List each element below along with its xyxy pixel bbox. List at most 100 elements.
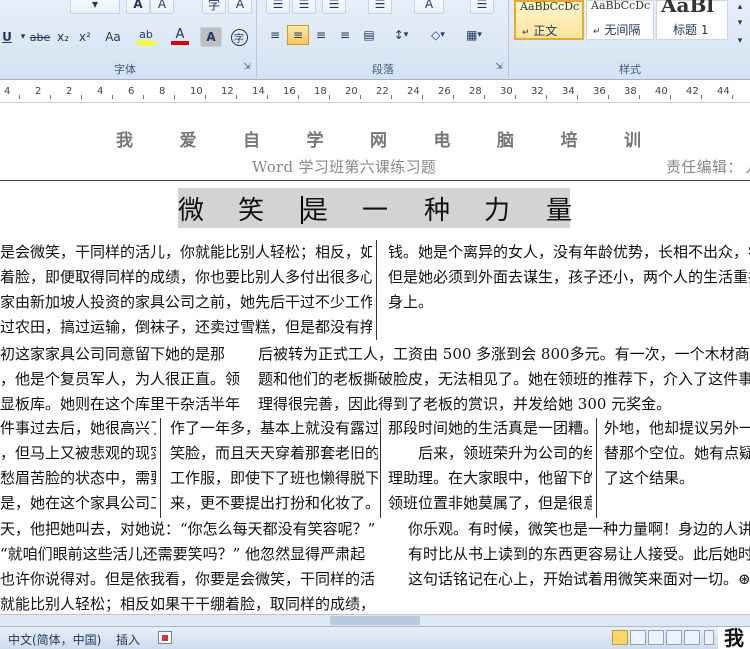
scrollbar-thumb[interactable] — [330, 616, 420, 625]
subscript-button[interactable]: x₂ — [52, 27, 74, 47]
align-left-button[interactable]: ≡ — [264, 25, 286, 45]
zoom-out-button[interactable] — [704, 630, 714, 645]
text-line: 显板库。她则在这个库里干杂活半年 — [0, 395, 241, 413]
char-shading-button[interactable]: A — [200, 27, 222, 47]
full-screen-view-button[interactable] — [630, 630, 646, 645]
ruler-number: 22 — [376, 86, 389, 97]
shading-button[interactable]: ◇ ▾ — [422, 25, 454, 45]
document-page[interactable]: 我爱自学网电脑培训 Word 学习班第六课练习题 责任编辑：丿 微笑是一种力量 … — [0, 104, 750, 614]
text-line: 也许你说得对。但是依我看，你要是会微笑，干同样的活 — [0, 570, 376, 588]
show-marks-button[interactable]: A — [414, 0, 444, 14]
ribbon: ▾ A A 字 A U ▾ abe x₂ x² Aa ab A A 字 字体 ⇲… — [0, 0, 750, 80]
ruler-number: 14 — [252, 86, 265, 97]
header-char: 我 — [116, 131, 133, 151]
distributed-button[interactable]: ▤ — [358, 25, 380, 45]
styles-more[interactable]: ▾ — [731, 34, 749, 48]
shrink-font-button[interactable]: A — [150, 0, 174, 14]
list-icon: ☰ — [328, 0, 340, 11]
title-char: 一 — [362, 196, 389, 226]
title-char: 是 — [302, 196, 329, 226]
char-border-button[interactable]: A — [228, 0, 252, 14]
grow-font-button[interactable]: A — [126, 0, 150, 14]
font-size-dropdown[interactable]: ▾ — [70, 0, 120, 14]
corner-ime-char: 我 — [718, 627, 750, 649]
text-line: 外地，他却提议另外一个 — [604, 419, 750, 437]
insert-mode-indicator[interactable]: 插入 — [116, 631, 140, 648]
list-icon: ☰ — [298, 0, 310, 11]
text-cursor — [301, 196, 303, 224]
ruler-number: 8 — [159, 86, 166, 97]
underline-button[interactable]: U — [0, 27, 18, 47]
indent-increase-button[interactable]: ☰ — [292, 0, 316, 14]
horizontal-ruler[interactable]: 4 2 2 4 6 8 10 12 14 16 18 20 22 24 26 28 30 32 34 36 38 40 42… — [0, 81, 750, 103]
text-line: 但是她必须到外面去谋生，孩子还小，两个人的生活重担都 — [388, 268, 750, 286]
align-right-button[interactable]: ≡ — [310, 25, 332, 45]
styles-scroll-down[interactable]: ▾ — [731, 16, 749, 30]
header-char: 电 — [433, 131, 451, 151]
ruler-number: 12 — [221, 86, 234, 97]
document-title[interactable]: 微笑是一种力量 — [178, 190, 578, 228]
column-divider — [160, 418, 161, 518]
header-char: 学 — [306, 131, 324, 151]
style-normal[interactable]: AaBbCcDc ↵ 正文 — [514, 0, 584, 40]
text-line: 着脸，即便取得同样的成绩，你也要比别人多付出很多心力。 — [0, 268, 372, 286]
underline-dropdown[interactable]: ▾ — [18, 27, 28, 47]
list-icon: ☰ — [476, 0, 488, 11]
ruler-number: 28 — [469, 86, 482, 97]
sort-button[interactable]: ☰ — [368, 0, 392, 14]
justify-button[interactable]: ≡ — [334, 25, 356, 45]
header-char: 脑 — [497, 131, 514, 151]
line-spacing-button[interactable]: ↕ ▾ — [386, 25, 416, 45]
ruler-number: 40 — [655, 86, 668, 97]
indent-decrease-button[interactable]: ☰ — [266, 0, 290, 14]
text-line: 家由新加坡人投资的家具公司之前，她先后干过不少工作一 — [0, 293, 372, 311]
status-bar: 中文(简体，中国) 插入 我 — [0, 626, 750, 649]
font-color-button[interactable]: A — [164, 27, 196, 47]
draft-view-button[interactable] — [684, 630, 700, 645]
align-left-icon: ≡ — [269, 28, 281, 42]
ruler-tick — [360, 95, 361, 99]
column-divider — [380, 418, 381, 518]
align-center-button[interactable]: ≡ — [287, 25, 309, 45]
style-no-spacing[interactable]: AaBbCcDc ↵ 无间隔 — [586, 0, 654, 40]
multilevel-list-button[interactable]: ☰ — [322, 0, 346, 14]
print-layout-view-button[interactable] — [612, 630, 628, 645]
paragraph-extra-button[interactable]: ☰ — [470, 0, 494, 14]
language-indicator[interactable]: 中文(简体，中国) — [8, 631, 101, 648]
header-char: 自 — [243, 131, 260, 151]
ruler-tick — [546, 95, 547, 99]
border-button[interactable]: ▦ ▾ — [458, 25, 490, 45]
text-line: 理得很完善，因此得到了老板的赏识，并发给她 300 元奖金。 — [258, 395, 672, 413]
ruler-tick — [670, 95, 671, 99]
superscript-button[interactable]: x² — [74, 27, 96, 47]
web-layout-view-button[interactable] — [648, 630, 664, 645]
styles-scroll-up[interactable]: ▴ — [731, 0, 749, 14]
ruler-tick — [453, 95, 454, 99]
text-line: 身上。 — [388, 293, 434, 311]
ruler-tick — [50, 95, 51, 99]
macro-record-icon[interactable] — [158, 631, 172, 644]
highlight-button[interactable]: ab — [130, 27, 162, 47]
change-case-button[interactable]: Aa — [98, 27, 128, 47]
ruler-tick — [81, 95, 82, 99]
ruler-tick — [608, 95, 609, 99]
paragraph-dialog-launcher[interactable]: ⇲ — [494, 62, 504, 72]
horizontal-scrollbar[interactable] — [0, 614, 750, 626]
text-line: 来，更不要提出打扮和化妆了。 — [170, 494, 378, 512]
strikethrough-button[interactable]: abe — [28, 27, 52, 47]
outline-view-button[interactable] — [666, 630, 682, 645]
font-color-icon: A — [175, 27, 185, 42]
ruler-number: 10 — [190, 86, 203, 97]
page-header: 我爱自学网电脑培训 — [0, 126, 750, 151]
text-line: 领班位置非她莫属了，但是很意 — [388, 494, 592, 512]
enclose-char-button[interactable]: 字 — [228, 27, 250, 47]
phonetic-guide-button[interactable]: 字 — [202, 0, 226, 14]
ruler-number: 20 — [345, 86, 358, 97]
style-heading1[interactable]: AaBl 标题 1 — [656, 0, 728, 40]
ruler-number: 26 — [438, 86, 451, 97]
text-line: 件事过去后，她很高兴了 — [0, 419, 156, 437]
font-dialog-launcher[interactable]: ⇲ — [242, 62, 252, 72]
ruler-tick — [639, 95, 640, 99]
enclosed-char-icon: 字 — [230, 28, 248, 46]
editor-text: 责任编辑：丿 — [666, 158, 750, 176]
